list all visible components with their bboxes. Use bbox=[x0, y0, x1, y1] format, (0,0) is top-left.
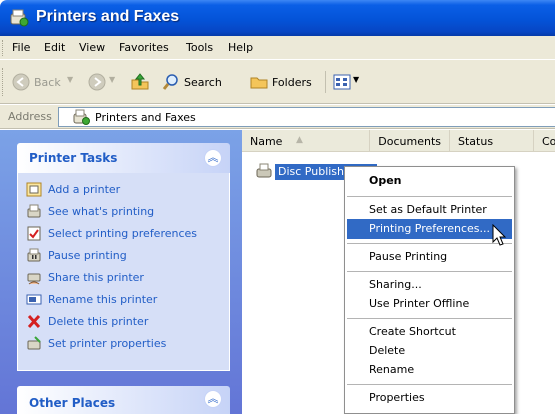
back-label: Back bbox=[34, 76, 61, 89]
printer-tasks-header[interactable]: Printer Tasks ︽ bbox=[17, 143, 230, 173]
menu-item-use-offline[interactable]: Use Printer Offline bbox=[347, 294, 512, 314]
views-button[interactable]: ▼ bbox=[333, 73, 363, 93]
column-documents[interactable]: Documents bbox=[370, 130, 450, 152]
address-field[interactable]: Printers and Faxes bbox=[58, 107, 555, 127]
pause-printer-icon bbox=[27, 248, 41, 262]
standard-toolbar: Back ▼ ▼ Search Folders ▼ bbox=[0, 60, 555, 104]
preferences-check-icon bbox=[27, 226, 41, 241]
folders-label: Folders bbox=[272, 76, 312, 89]
column-status[interactable]: Status bbox=[450, 130, 534, 152]
menu-file[interactable]: File bbox=[12, 41, 30, 54]
column-comments[interactable]: Co bbox=[534, 130, 555, 152]
menu-separator bbox=[347, 271, 512, 272]
task-label: Pause printing bbox=[48, 249, 127, 262]
menu-item-printing-preferences[interactable]: Printing Preferences... bbox=[347, 219, 512, 239]
menu-item-pause-printing[interactable]: Pause Printing bbox=[347, 247, 512, 267]
column-documents-label: Documents bbox=[378, 135, 441, 148]
explorer-window: Printers and Faxes File Edit View Favori… bbox=[0, 0, 555, 414]
share-printer-icon bbox=[27, 273, 41, 285]
printer-icon bbox=[256, 163, 272, 178]
column-name-label: Name bbox=[250, 135, 283, 148]
collapse-chevron-icon[interactable]: ︽ bbox=[204, 390, 222, 408]
menu-item-rename[interactable]: Rename bbox=[347, 360, 512, 380]
up-folder-button[interactable] bbox=[130, 73, 152, 93]
forward-arrow-icon bbox=[88, 73, 106, 91]
up-folder-icon bbox=[131, 73, 149, 90]
address-bar: Address Printers and Faxes bbox=[0, 105, 555, 129]
menu-item-set-default[interactable]: Set as Default Printer bbox=[347, 200, 512, 220]
sort-ascending-icon: ▲ bbox=[296, 135, 303, 145]
menu-item-sharing[interactable]: Sharing... bbox=[347, 275, 512, 295]
menu-separator bbox=[347, 243, 512, 244]
other-places-title: Other Places bbox=[29, 396, 116, 410]
printer-tasks-panel: Add a printer See what's printing Select… bbox=[17, 173, 230, 371]
collapse-chevron-icon[interactable]: ︽ bbox=[204, 149, 222, 167]
menu-favorites[interactable]: Favorites bbox=[119, 41, 169, 54]
print-queue-icon bbox=[27, 204, 41, 218]
back-dropdown-icon[interactable]: ▼ bbox=[67, 75, 73, 84]
menu-item-open[interactable]: Open bbox=[347, 171, 512, 191]
task-label: Select printing preferences bbox=[48, 227, 198, 240]
menu-separator bbox=[347, 196, 512, 197]
other-places-header[interactable]: Other Places ︽ bbox=[17, 386, 230, 414]
window-title: Printers and Faxes bbox=[36, 8, 180, 25]
column-header-row: Name ▲ Documents Status Co bbox=[242, 130, 555, 152]
forward-dropdown-icon[interactable]: ▼ bbox=[109, 75, 115, 84]
column-name[interactable]: Name ▲ bbox=[242, 130, 370, 152]
views-grid-icon bbox=[333, 74, 351, 90]
title-bar[interactable]: Printers and Faxes bbox=[0, 0, 555, 36]
menu-item-delete[interactable]: Delete bbox=[347, 341, 512, 361]
views-dropdown-icon[interactable]: ▼ bbox=[353, 75, 359, 84]
search-label: Search bbox=[184, 76, 222, 89]
task-label: Rename this printer bbox=[48, 293, 158, 306]
menu-item-create-shortcut[interactable]: Create Shortcut bbox=[347, 322, 512, 342]
toolbar-grip[interactable] bbox=[2, 68, 5, 96]
menu-tools[interactable]: Tools bbox=[186, 41, 213, 54]
task-label: Set printer properties bbox=[48, 337, 167, 350]
task-label: See what's printing bbox=[48, 205, 155, 218]
column-status-label: Status bbox=[458, 135, 494, 148]
context-menu: Open Set as Default Printer Printing Pre… bbox=[344, 166, 515, 414]
printers-folder-icon bbox=[73, 109, 90, 125]
menu-separator bbox=[347, 318, 512, 319]
toolbar-separator bbox=[325, 71, 326, 93]
menu-view[interactable]: View bbox=[79, 41, 105, 54]
address-label: Address bbox=[8, 110, 52, 123]
delete-x-icon bbox=[27, 314, 41, 329]
search-button[interactable]: Search bbox=[162, 73, 244, 93]
search-magnifier-icon bbox=[162, 74, 178, 90]
task-label: Add a printer bbox=[48, 183, 121, 196]
task-label: Share this printer bbox=[48, 271, 144, 284]
menu-grip[interactable] bbox=[2, 40, 5, 56]
folders-icon bbox=[250, 77, 268, 89]
menu-separator bbox=[347, 384, 512, 385]
menu-bar: File Edit View Favorites Tools Help bbox=[0, 36, 555, 60]
task-label: Delete this printer bbox=[48, 315, 149, 328]
column-comments-label: Co bbox=[542, 135, 555, 148]
folders-button[interactable]: Folders bbox=[250, 73, 320, 93]
properties-icon bbox=[27, 336, 41, 350]
address-value: Printers and Faxes bbox=[95, 111, 196, 124]
menu-edit[interactable]: Edit bbox=[44, 41, 65, 54]
back-arrow-icon bbox=[12, 73, 30, 91]
rename-icon bbox=[26, 294, 42, 305]
mouse-pointer-icon bbox=[492, 224, 507, 246]
menu-item-properties[interactable]: Properties bbox=[347, 388, 512, 408]
printers-folder-icon bbox=[10, 9, 29, 27]
add-printer-icon bbox=[26, 182, 42, 197]
menu-help[interactable]: Help bbox=[228, 41, 253, 54]
printer-tasks-title: Printer Tasks bbox=[29, 151, 118, 165]
